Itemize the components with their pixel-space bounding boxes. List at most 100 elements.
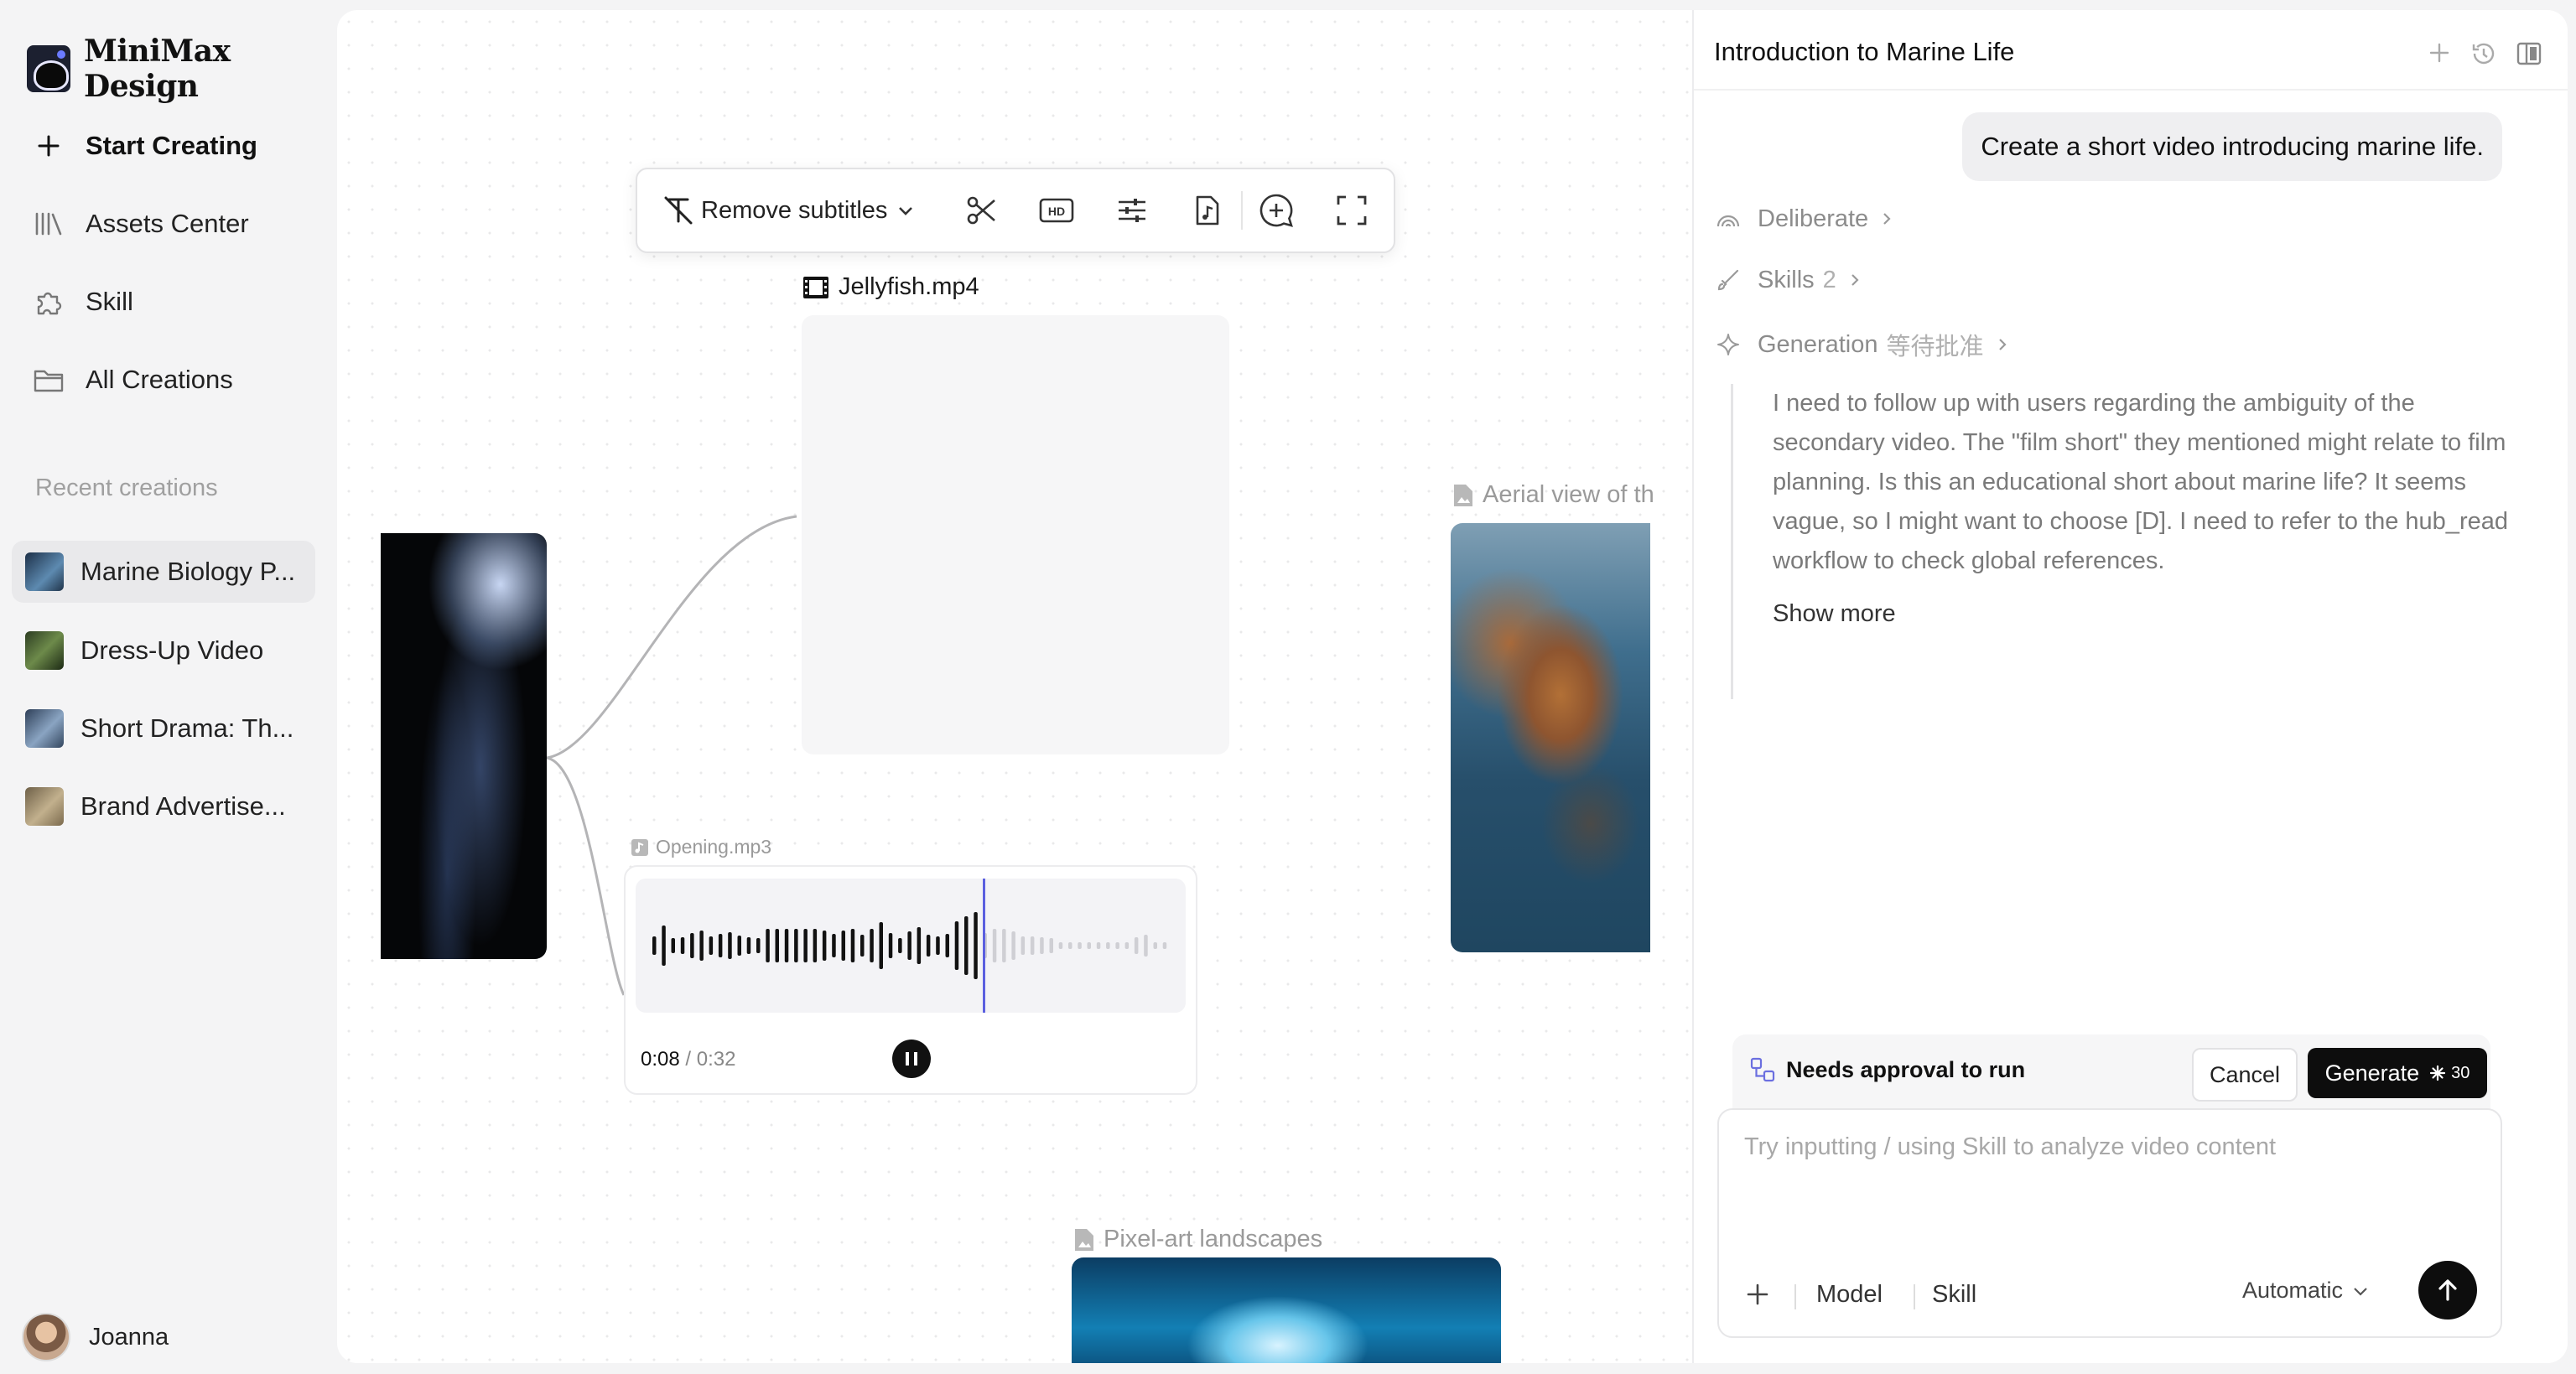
waveform-bar: [954, 921, 959, 970]
nav-assets-center[interactable]: Assets Center: [30, 197, 249, 251]
skills-count: 2: [1822, 266, 1836, 293]
waveform-bar: [690, 933, 694, 958]
waveform-bar: [879, 922, 883, 969]
step-deliberate[interactable]: Deliberate: [1714, 205, 1893, 233]
composer-divider: [1794, 1284, 1796, 1309]
approval-bar: Needs approval to run Cancel Generate 30: [1732, 1034, 2490, 1112]
waveform-bar: [898, 938, 902, 953]
image-file-icon: [1075, 1228, 1093, 1251]
generate-button[interactable]: Generate 30: [2308, 1048, 2487, 1098]
send-button[interactable]: [2418, 1261, 2477, 1320]
waveform-bar: [775, 929, 779, 962]
audio-file-button[interactable]: [1182, 185, 1233, 236]
step-skills[interactable]: Skills 2: [1714, 266, 1862, 294]
recent-item[interactable]: Short Drama: Th...: [12, 697, 315, 760]
step-label: Skills: [1758, 266, 1815, 293]
step-generation[interactable]: Generation 等待批准: [1714, 327, 2009, 362]
folder-icon: [30, 361, 67, 398]
jellyfish-image-node[interactable]: [381, 533, 547, 959]
waveform-bar: [784, 929, 789, 962]
brush-icon: [1714, 266, 1742, 294]
nav-label: Skill: [86, 287, 133, 316]
model-button[interactable]: Model: [1816, 1281, 1883, 1309]
attach-button[interactable]: [1734, 1271, 1781, 1318]
waveform-bar: [1124, 942, 1130, 949]
scissors-button[interactable]: [956, 185, 1006, 236]
pause-icon: [906, 1052, 917, 1065]
playhead[interactable]: [983, 879, 985, 1013]
approval-label: Needs approval to run: [1749, 1056, 2025, 1083]
aerial-node-title[interactable]: Aerial view of th: [1452, 481, 1684, 509]
video-node-preview[interactable]: [802, 315, 1229, 754]
pause-button[interactable]: [892, 1040, 931, 1078]
recent-item[interactable]: Brand Advertise...: [12, 775, 315, 837]
prompt-input[interactable]: [1742, 1132, 2467, 1202]
recent-thumbnail: [25, 631, 64, 670]
waveform-bar: [917, 927, 922, 964]
recent-item-label: Brand Advertise...: [80, 791, 286, 821]
logo[interactable]: MiniMax Design: [27, 34, 335, 104]
new-chat-button[interactable]: [2427, 40, 2452, 71]
chat-panel: Introduction to Marine Life Create a sho…: [1692, 10, 2568, 1363]
video-node-filename: Jellyfish.mp4: [839, 273, 979, 300]
credit-icon: [2430, 1065, 2446, 1081]
waveform-bar: [1115, 942, 1119, 949]
layout-toggle-button[interactable]: [2516, 40, 2542, 71]
waveform-bar: [1058, 942, 1063, 949]
fullscreen-icon: [1337, 195, 1367, 226]
audio-time: 0:08 / 0:32: [641, 1048, 736, 1071]
recent-thumbnail: [25, 709, 64, 748]
waveform-bar: [709, 936, 714, 955]
user-profile[interactable]: Joanna: [22, 1313, 169, 1361]
puzzle-icon: [30, 283, 67, 320]
waveform-bar: [936, 936, 940, 955]
recent-item[interactable]: Dress-Up Video: [12, 620, 315, 682]
show-more-link[interactable]: Show more: [1773, 600, 1896, 628]
video-node-title[interactable]: Jellyfish.mp4: [802, 273, 979, 301]
remove-subtitles-dropdown[interactable]: Remove subtitles: [661, 193, 916, 228]
avatar: [22, 1313, 70, 1361]
canvas[interactable]: Remove subtitles HD Jellyfish.mp4 Aerial…: [337, 10, 1692, 1363]
history-button[interactable]: [2470, 40, 2497, 71]
app-name: MiniMax Design: [84, 34, 231, 104]
hd-button[interactable]: HD: [1031, 185, 1082, 236]
generate-label: Generate: [2324, 1060, 2420, 1086]
nav-all-creations[interactable]: All Creations: [30, 353, 233, 407]
sliders-icon: [1119, 199, 1146, 222]
waveform-bar: [1011, 931, 1015, 960]
waveform-bar: [1040, 937, 1044, 954]
chevron-down-icon: [899, 207, 913, 215]
aerial-image-node[interactable]: [1451, 523, 1650, 952]
toolbar-divider: [1241, 191, 1244, 230]
waveform-bar: [926, 935, 931, 957]
waveform-bar: [1144, 935, 1148, 957]
film-icon: [803, 276, 828, 298]
recent-creations-heading: Recent creations: [35, 474, 218, 501]
mode-dropdown[interactable]: Automatic: [2242, 1278, 2370, 1304]
fullscreen-button[interactable]: [1327, 185, 1377, 236]
plus-icon: [30, 127, 67, 164]
waveform-bar: [1106, 942, 1110, 949]
nav-start-creating[interactable]: Start Creating: [30, 119, 257, 173]
waveform-bar: [718, 934, 723, 957]
comment-button[interactable]: [1251, 185, 1301, 236]
waveform-bar: [813, 929, 818, 962]
waveform-bar: [671, 938, 675, 953]
pixel-node-filename: Pixel-art landscapes: [1104, 1226, 1323, 1252]
svg-text:HD: HD: [1048, 205, 1065, 218]
cancel-button[interactable]: Cancel: [2192, 1048, 2298, 1102]
pixel-node-title[interactable]: Pixel-art landscapes: [1073, 1226, 1322, 1253]
image-file-icon: [1454, 484, 1472, 506]
reasoning-text: I need to follow up with users regarding…: [1773, 390, 2508, 574]
nav-skill[interactable]: Skill: [30, 275, 133, 329]
recent-item[interactable]: Marine Biology P...: [12, 541, 315, 603]
pixel-art-image-node[interactable]: [1072, 1257, 1501, 1363]
adjust-button[interactable]: [1107, 185, 1157, 236]
waveform-bar: [841, 931, 845, 961]
waveform-bar: [1134, 937, 1139, 954]
skill-button[interactable]: Skill: [1932, 1281, 1976, 1309]
nav-label: Start Creating: [86, 131, 257, 160]
audio-node-title[interactable]: Opening.mp3: [631, 836, 771, 858]
waveform[interactable]: [636, 879, 1186, 1013]
step-label: Deliberate: [1758, 205, 1869, 232]
